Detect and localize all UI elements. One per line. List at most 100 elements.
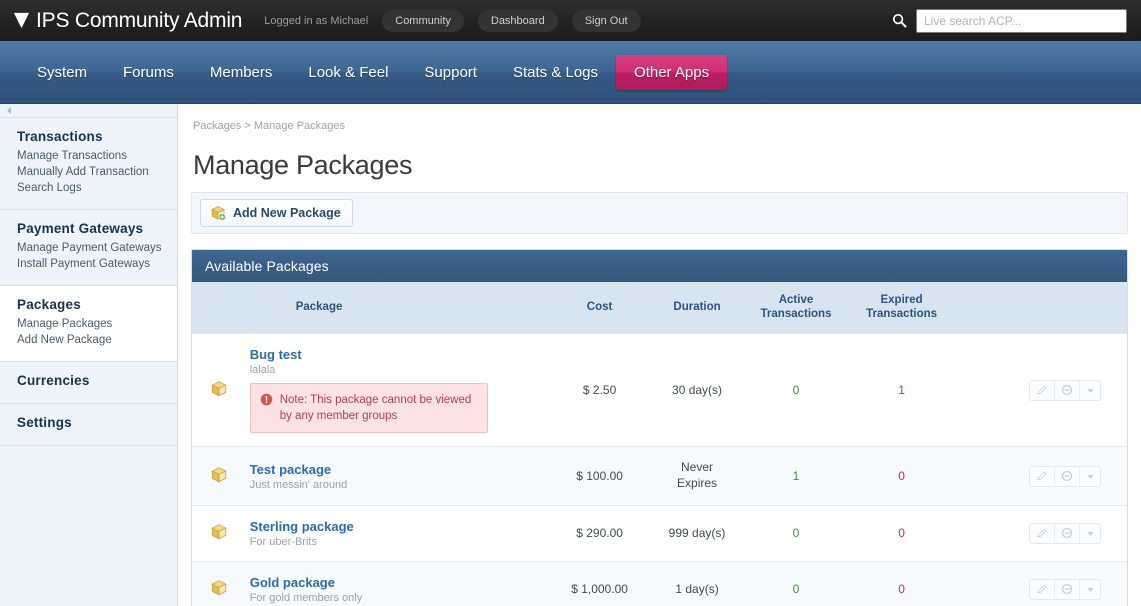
app-title: IPS Community Admin — [36, 9, 243, 32]
disable-button[interactable] — [1055, 523, 1080, 543]
more-options-button[interactable] — [1080, 467, 1100, 486]
sidebar-group-currencies[interactable]: Currencies — [0, 362, 177, 404]
collapse-left-arrow-icon[interactable] — [5, 106, 14, 115]
sidebar-item-manage-packages[interactable]: Manage Packages — [0, 316, 177, 332]
row-actions — [960, 465, 1123, 487]
row-package-cell: Gold package For gold members only — [240, 561, 551, 606]
sidebar-group-payment-gateways: Payment Gateways Manage Payment Gateways… — [0, 210, 177, 286]
circle-minus-icon — [1061, 584, 1073, 595]
package-name-link[interactable]: Gold package — [250, 575, 335, 590]
row-active-transactions[interactable]: 0 — [745, 561, 847, 606]
sidebar-collapse-bar[interactable] — [0, 104, 177, 118]
sidebar-group-settings[interactable]: Settings — [0, 404, 177, 446]
row-package-icon-cell — [192, 561, 240, 606]
table-row: Bug test lalala Note: This package canno… — [192, 333, 1127, 447]
row-package-icon-cell — [192, 447, 240, 505]
edit-button[interactable] — [1030, 523, 1055, 543]
package-warning-text: Note: This package cannot be viewed by a… — [279, 393, 472, 423]
package-icon — [211, 380, 227, 396]
th-expired-line1: Expired — [880, 294, 923, 306]
th-cost[interactable]: Cost — [550, 282, 648, 333]
edit-button[interactable] — [1030, 579, 1055, 599]
nav-item-members[interactable]: Members — [192, 55, 291, 90]
community-button[interactable]: Community — [382, 9, 464, 32]
package-name-link[interactable]: Sterling package — [250, 519, 354, 534]
add-new-package-button[interactable]: Add New Package — [200, 199, 353, 227]
th-tools — [956, 282, 1127, 333]
th-expired-transactions[interactable]: Expired Transactions — [847, 282, 957, 333]
row-active-transactions[interactable]: 0 — [745, 505, 847, 561]
nav-item-look-and-feel[interactable]: Look & Feel — [290, 55, 406, 90]
package-name-link[interactable]: Test package — [250, 462, 331, 477]
breadcrumb-parent[interactable]: Packages — [193, 120, 241, 132]
more-options-button[interactable] — [1080, 580, 1100, 599]
sidebar-item-install-payment-gateways[interactable]: Install Payment Gateways — [0, 256, 177, 272]
package-name-link[interactable]: Bug test — [250, 347, 302, 362]
row-tools-cell — [956, 447, 1127, 505]
main-content: Packages > Manage Packages Manage Packag… — [178, 104, 1141, 606]
edit-button[interactable] — [1030, 380, 1055, 400]
sidebar-item-search-logs[interactable]: Search Logs — [0, 180, 177, 196]
circle-minus-icon — [1061, 528, 1073, 539]
th-expired-line2: Transactions — [866, 308, 938, 321]
panel-title: Available Packages — [192, 250, 1127, 282]
page-body: Transactions Manage Transactions Manuall… — [0, 104, 1141, 606]
th-active-line2: Transactions — [760, 308, 832, 321]
row-cost: $ 1,000.00 — [571, 582, 628, 597]
more-options-button[interactable] — [1080, 524, 1100, 543]
row-expired-transactions[interactable]: 0 — [847, 447, 957, 505]
row-duration-line1: Never — [681, 460, 714, 475]
sidebar-item-manage-transactions[interactable]: Manage Transactions — [0, 148, 177, 164]
main-navigation: System Forums Members Look & Feel Suppor… — [0, 41, 1141, 104]
search-area — [892, 0, 1127, 41]
row-actions — [960, 578, 1123, 600]
disable-button[interactable] — [1055, 579, 1080, 599]
nav-item-other-apps[interactable]: Other Apps — [616, 54, 728, 90]
row-action-group — [1029, 578, 1101, 600]
action-toolbar: Add New Package — [191, 192, 1128, 234]
package-icon — [211, 579, 227, 595]
dashboard-button[interactable]: Dashboard — [477, 9, 558, 32]
sidebar-item-manage-payment-gateways[interactable]: Manage Payment Gateways — [0, 240, 177, 256]
disable-button[interactable] — [1055, 466, 1080, 486]
disable-button[interactable] — [1055, 380, 1080, 400]
logged-in-status: Logged in as Michael — [264, 14, 369, 27]
table-header-row: Package Cost Duration Active Transaction… — [192, 282, 1127, 334]
chevron-down-icon — [1086, 587, 1094, 592]
search-icon[interactable] — [892, 13, 907, 28]
row-cost: $ 2.50 — [582, 383, 617, 398]
nav-item-stats-and-logs[interactable]: Stats & Logs — [495, 55, 616, 90]
row-duration: 999 day(s) — [668, 526, 726, 541]
table-row: Gold package For gold members only $ 1,0… — [192, 561, 1127, 606]
sidebar-group-title-currencies[interactable]: Currencies — [0, 373, 177, 392]
sign-out-button[interactable]: Sign Out — [571, 9, 641, 32]
package-description: lalala — [249, 363, 276, 376]
row-expired-transactions[interactable]: 0 — [847, 561, 957, 606]
th-duration[interactable]: Duration — [649, 282, 745, 333]
search-input[interactable] — [916, 8, 1127, 33]
sidebar: Transactions Manage Transactions Manuall… — [0, 104, 178, 606]
row-tools-cell — [956, 561, 1127, 606]
row-active-transactions[interactable]: 1 — [745, 447, 847, 505]
th-active-line1: Active — [778, 294, 814, 306]
nav-item-forums[interactable]: Forums — [105, 55, 192, 90]
row-expired-transactions[interactable]: 0 — [847, 505, 957, 561]
row-action-group — [1029, 379, 1101, 401]
sidebar-item-manually-add-transaction[interactable]: Manually Add Transaction — [0, 164, 177, 180]
row-active-transactions[interactable]: 0 — [745, 333, 847, 447]
nav-item-system[interactable]: System — [19, 55, 105, 90]
package-warning-note: Note: This package cannot be viewed by a… — [249, 382, 488, 434]
sidebar-item-add-new-package[interactable]: Add New Package — [0, 332, 177, 348]
sidebar-group-title-payment-gateways: Payment Gateways — [17, 221, 144, 236]
add-new-package-label: Add New Package — [233, 206, 341, 220]
edit-button[interactable] — [1030, 466, 1055, 486]
app-logo[interactable]: IPS Community Admin — [12, 10, 242, 31]
row-expired-transactions[interactable]: 1 — [847, 333, 957, 447]
breadcrumb-current: Manage Packages — [253, 120, 345, 132]
nav-item-support[interactable]: Support — [406, 55, 495, 90]
more-options-button[interactable] — [1080, 381, 1100, 400]
th-package[interactable]: Package — [240, 282, 551, 333]
chevron-down-icon — [1086, 531, 1094, 536]
sidebar-group-title-settings[interactable]: Settings — [0, 415, 177, 434]
th-active-transactions[interactable]: Active Transactions — [745, 282, 847, 333]
